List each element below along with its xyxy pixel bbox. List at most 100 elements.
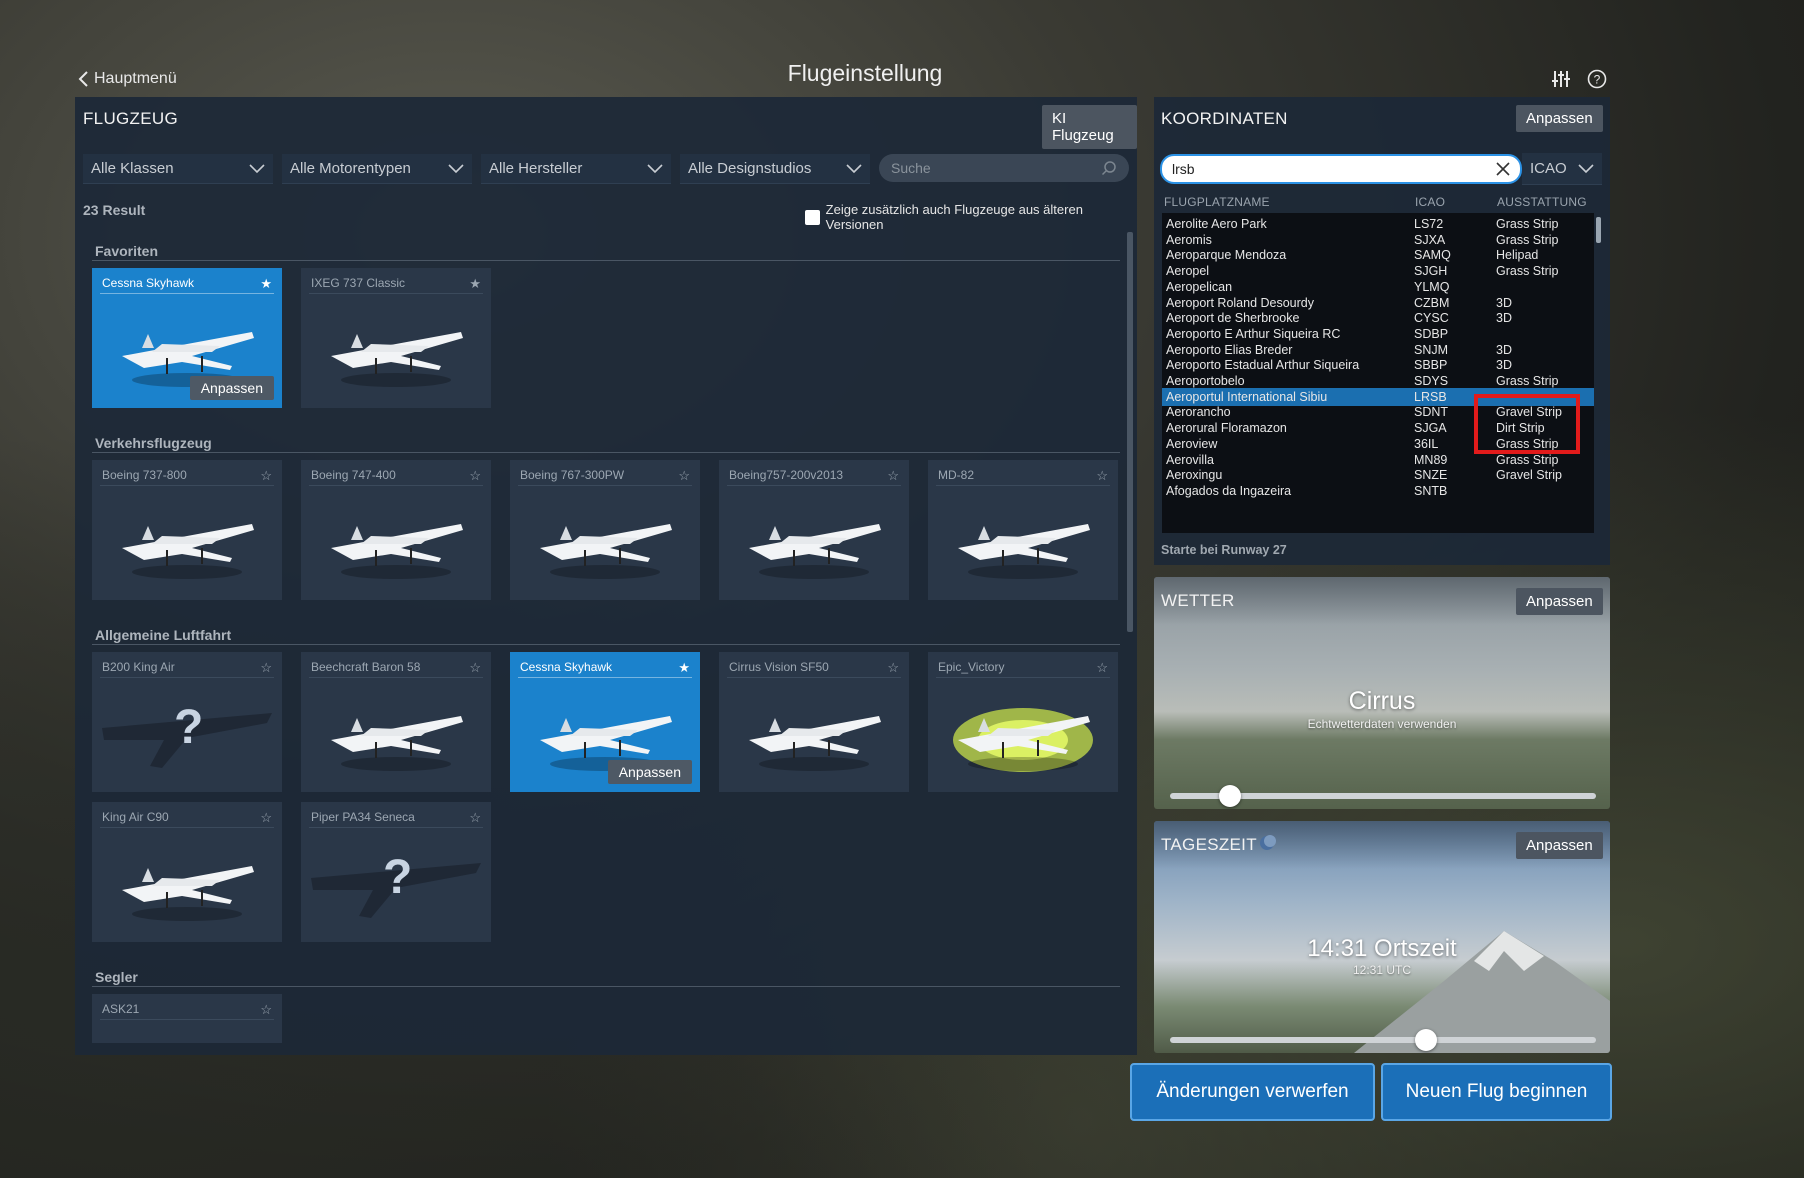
weather-slider-thumb[interactable] — [1218, 785, 1241, 807]
section-divider — [92, 986, 1120, 987]
airport-facilities: Grass Strip — [1496, 452, 1559, 467]
star-outline-icon[interactable]: ☆ — [678, 468, 690, 484]
airport-facilities: Grass Strip — [1496, 232, 1559, 247]
aircraft-name: IXEG 737 Classic — [311, 276, 406, 290]
airport-name: Aerolite Aero Park — [1166, 217, 1267, 231]
weather-card[interactable]: WETTER Anpassen Cirrus Echtwetterdaten v… — [1154, 577, 1610, 809]
column-header-facilities[interactable]: AUSSTATTUNG — [1497, 195, 1587, 209]
aircraft-card[interactable]: Beechcraft Baron 58 ☆ — [301, 652, 491, 792]
weather-customize-button[interactable]: Anpassen — [1516, 588, 1603, 615]
older-versions-checkbox[interactable] — [805, 209, 820, 225]
aircraft-card[interactable]: King Air C90 ☆ — [92, 802, 282, 942]
studio-filter-dropdown[interactable]: Alle Designstudios — [680, 154, 870, 184]
star-outline-icon[interactable]: ☆ — [469, 810, 481, 826]
plane-airliner-icon — [122, 524, 254, 579]
airport-row[interactable]: Afogados da Ingazeira SNTB — [1162, 482, 1594, 500]
aircraft-card[interactable]: Epic_Victory ☆ — [928, 652, 1118, 792]
aircraft-card[interactable]: Boeing 747-400 ☆ — [301, 460, 491, 600]
manufacturer-filter-dropdown[interactable]: Alle Hersteller — [481, 154, 671, 184]
engine-filter-value: Alle Motorentypen — [290, 160, 411, 177]
coordinates-customize-button[interactable]: Anpassen — [1516, 105, 1603, 132]
chevron-down-icon — [647, 163, 663, 173]
search-icon — [1101, 161, 1116, 176]
aircraft-panel: FLUGZEUG KI Flugzeug Alle Klassen Alle M… — [75, 97, 1137, 1055]
airport-icao: YLMQ — [1414, 279, 1450, 294]
aircraft-card[interactable]: Boeing 767-300PW ☆ — [510, 460, 700, 600]
star-outline-icon[interactable]: ☆ — [887, 660, 899, 676]
engine-filter-dropdown[interactable]: Alle Motorentypen — [282, 154, 472, 184]
aircraft-name: Boeing757-200v2013 — [729, 468, 844, 482]
aircraft-card[interactable]: Cessna Skyhawk ★ Anpassen — [92, 268, 282, 408]
airport-icao: SDNT — [1414, 405, 1449, 420]
aircraft-card[interactable]: Cessna Skyhawk ★ Anpassen — [510, 652, 700, 792]
aircraft-card[interactable]: B200 King Air ☆? — [92, 652, 282, 792]
weather-header: WETTER — [1161, 591, 1235, 610]
star-outline-icon[interactable]: ☆ — [260, 810, 272, 826]
airport-name: Aeroporto Estadual Arthur Siqueira — [1166, 358, 1360, 373]
time-customize-button[interactable]: Anpassen — [1516, 832, 1603, 859]
chevron-down-icon — [1578, 163, 1594, 173]
time-slider-track[interactable] — [1170, 1037, 1596, 1043]
section-divider — [92, 260, 1120, 261]
star-outline-icon[interactable]: ☆ — [469, 468, 481, 484]
star-outline-icon[interactable]: ☆ — [260, 1002, 272, 1018]
aircraft-list: Favoriten Cessna Skyhawk ★ Anpassen IXEG 737… — [92, 243, 1122, 1043]
settings-sliders-icon[interactable] — [1550, 68, 1572, 90]
plane-twin-icon — [122, 866, 254, 921]
aircraft-list-scrollbar[interactable] — [1127, 232, 1133, 632]
airport-name: Aeroporto Elias Breder — [1166, 342, 1293, 357]
column-header-icao[interactable]: ICAO — [1415, 195, 1445, 209]
aircraft-name: Cirrus Vision SF50 — [729, 660, 829, 674]
older-versions-toggle[interactable]: Zeige zusätzlich auch Flugzeuge aus älte… — [805, 202, 1137, 232]
local-time: 14:31 Ortszeit — [1307, 935, 1457, 962]
star-outline-icon[interactable]: ☆ — [260, 660, 272, 676]
help-icon[interactable]: ? — [1586, 68, 1608, 90]
section-divider — [92, 452, 1120, 453]
star-outline-icon[interactable]: ☆ — [1096, 660, 1108, 676]
aircraft-name: Piper PA34 Seneca — [311, 810, 415, 824]
star-filled-icon[interactable]: ★ — [260, 276, 272, 292]
airport-icao: SBBP — [1414, 358, 1448, 373]
column-header-name[interactable]: FLUGPLATZNAME — [1164, 195, 1270, 209]
airport-icao: SJGH — [1414, 264, 1448, 279]
aircraft-card[interactable]: Boeing757-200v2013 ☆ — [719, 460, 909, 600]
result-count: 23 Result — [83, 202, 146, 218]
chevron-down-icon — [448, 163, 464, 173]
ai-aircraft-button[interactable]: KI Flugzeug — [1042, 105, 1137, 149]
clear-icon[interactable] — [1496, 162, 1510, 176]
aircraft-card[interactable]: IXEG 737 Classic ★ — [301, 268, 491, 408]
class-filter-dropdown[interactable]: Alle Klassen — [83, 154, 273, 184]
highlight-box — [1474, 394, 1580, 454]
airport-name: Aeropelican — [1166, 279, 1233, 294]
star-outline-icon[interactable]: ☆ — [1096, 468, 1108, 484]
airport-name: Aerorural Floramazon — [1166, 421, 1287, 436]
airport-icao: SJXA — [1414, 232, 1446, 247]
discard-changes-button[interactable]: Änderungen verwerfen — [1130, 1063, 1375, 1121]
aircraft-card[interactable]: MD-82 ☆ — [928, 460, 1118, 600]
aircraft-card[interactable]: Boeing 737-800 ☆ — [92, 460, 282, 600]
star-filled-icon[interactable]: ★ — [469, 276, 481, 292]
airport-name: Aeroportul International Sibiu — [1166, 389, 1328, 404]
aircraft-card[interactable]: Cirrus Vision SF50 ☆ — [719, 652, 909, 792]
utc-time: 12:31 UTC — [1352, 963, 1412, 977]
star-outline-icon[interactable]: ☆ — [887, 468, 899, 484]
star-outline-icon[interactable]: ☆ — [469, 660, 481, 676]
airport-search-input[interactable]: lrsb — [1160, 154, 1522, 184]
svg-text:?: ? — [1594, 73, 1601, 87]
aircraft-card[interactable]: ASK21 ☆ — [92, 994, 282, 1043]
aircraft-card[interactable]: Piper PA34 Seneca ☆? — [301, 802, 491, 942]
customize-aircraft-button[interactable]: Anpassen — [189, 376, 274, 400]
airport-table-scrollbar[interactable] — [1596, 217, 1601, 243]
star-filled-icon[interactable]: ★ — [678, 660, 690, 676]
time-slider-thumb[interactable] — [1414, 1029, 1437, 1051]
aircraft-search-input[interactable]: Suche — [879, 154, 1129, 182]
chevron-down-icon — [249, 163, 265, 173]
code-type-dropdown[interactable]: ICAO — [1522, 153, 1602, 185]
star-outline-icon[interactable]: ☆ — [260, 468, 272, 484]
weather-subtitle: Echtwetterdaten verwenden — [1307, 717, 1457, 731]
time-of-day-card[interactable]: TAGESZEIT Anpassen 14:31 Ortszeit 12:31 … — [1154, 821, 1610, 1053]
start-new-flight-button[interactable]: Neuen Flug beginnen — [1381, 1063, 1612, 1121]
airport-icao: CZBM — [1414, 295, 1450, 310]
customize-aircraft-button[interactable]: Anpassen — [607, 760, 692, 784]
class-filter-value: Alle Klassen — [91, 160, 174, 177]
